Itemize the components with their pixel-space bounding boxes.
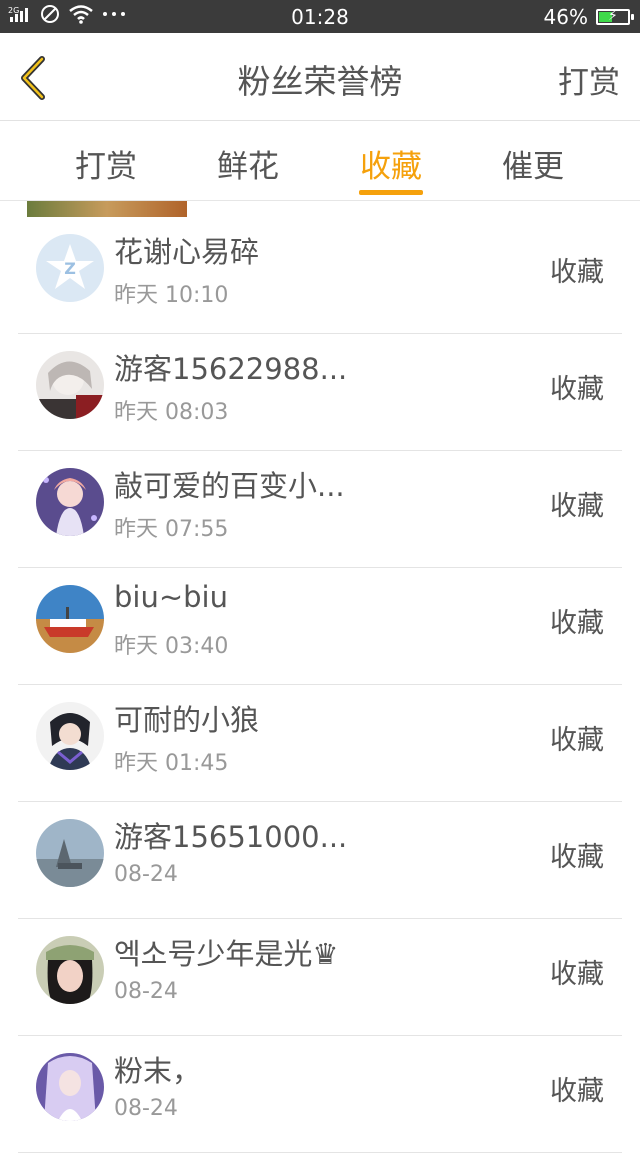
fan-time: 昨天 10:10 [114,283,229,308]
avatar [36,1053,104,1121]
fan-name: 游客15651000... [114,820,348,854]
fan-name: 敲可爱的百变小... [114,469,345,503]
avatar [36,351,104,419]
tab-urge-update[interactable]: 催更 [473,141,593,186]
fan-name: 可耐的小狼 [114,703,260,737]
reward-button[interactable]: 打赏 [558,57,620,102]
list-item[interactable]: biu~biu 昨天 03:40 收藏 [0,568,640,685]
fan-action: 收藏 [550,842,604,873]
banner-image [27,201,187,217]
fan-action: 收藏 [550,257,604,288]
tab-flowers[interactable]: 鲜花 [188,141,308,186]
avatar [36,936,104,1004]
fan-name: 游客15622988... [114,352,348,386]
fan-list: Z 花谢心易碎 昨天 10:10 收藏 游客15622988... 昨天 08:… [0,217,640,1153]
scrolled-banner-edge [0,201,640,217]
list-item[interactable]: 粉末， 08-24 收藏 [0,1036,640,1153]
status-bar: 2G 01:28 46% ⚡ [0,0,640,33]
list-item[interactable]: Z 花谢心易碎 昨天 10:10 收藏 [0,217,640,334]
avatar [36,585,104,653]
list-item[interactable]: 可耐的小狼 昨天 01:45 收藏 [0,685,640,802]
fan-action: 收藏 [550,959,604,990]
active-tab-indicator [359,190,423,195]
list-item[interactable]: 엑소号少年是光♛ 08-24 收藏 [0,919,640,1036]
avatar: Z [36,234,104,302]
fan-name: 粉末， [114,1054,202,1088]
fan-action: 收藏 [550,374,604,405]
list-item[interactable]: 游客15651000... 08-24 收藏 [0,802,640,919]
app-header: 粉丝荣誉榜 打赏 [0,33,640,121]
fan-name: 엑소号少年是光♛ [114,937,339,971]
avatar [36,819,104,887]
avatar [36,702,104,770]
svg-text:Z: Z [64,259,76,278]
fan-name: biu~biu [114,580,228,614]
fan-time: 08-24 [114,1096,178,1121]
status-icons-right: 46% ⚡ [543,5,634,29]
fan-time: 昨天 08:03 [114,400,229,425]
fan-action: 收藏 [550,491,604,522]
fan-time: 昨天 07:55 [114,517,229,542]
fan-time: 昨天 01:45 [114,751,229,776]
fan-action: 收藏 [550,608,604,639]
page-title: 粉丝荣誉榜 [237,62,403,101]
avatar [36,468,104,536]
fan-name: 花谢心易碎 [114,235,260,269]
list-item[interactable]: 游客15622988... 昨天 08:03 收藏 [0,334,640,451]
fan-time: 昨天 03:40 [114,634,229,659]
battery-percent: 46% [543,5,588,29]
fan-time: 08-24 [114,979,178,1004]
tab-bar: 打赏 鲜花 收藏 催更 [0,121,640,201]
tab-reward[interactable]: 打赏 [46,141,166,186]
fan-action: 收藏 [550,725,604,756]
list-item[interactable]: 敲可爱的百变小... 昨天 07:55 收藏 [0,451,640,568]
battery-icon: ⚡ [596,8,634,25]
charging-icon: ⚡ [608,8,618,24]
fan-time: 08-24 [114,862,178,887]
fan-action: 收藏 [550,1076,604,1107]
tab-favorites[interactable]: 收藏 [331,141,451,186]
